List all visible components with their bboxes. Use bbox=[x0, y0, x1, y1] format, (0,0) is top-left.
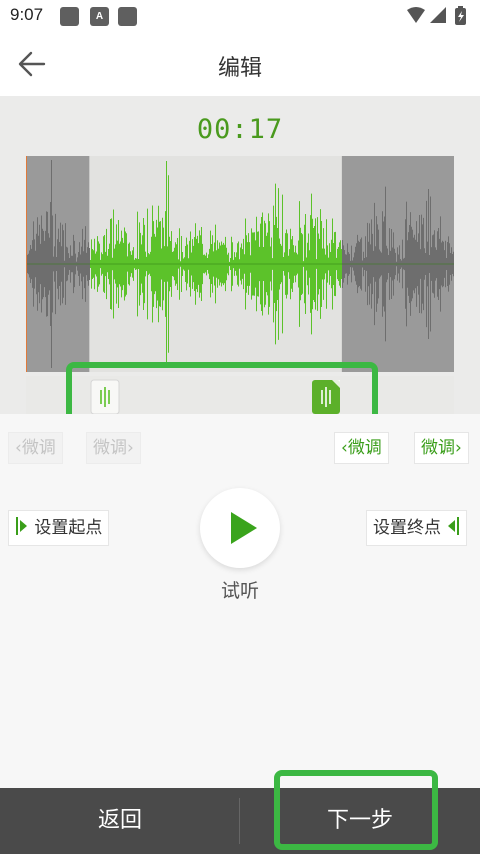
set-start-button[interactable]: 设置起点 bbox=[8, 510, 110, 546]
return-button[interactable]: 返回 bbox=[0, 788, 240, 854]
start-handle[interactable] bbox=[90, 379, 120, 415]
fine-tune-end-forward-button[interactable]: 微调› bbox=[414, 432, 469, 464]
waveform-editor: 00:17 bbox=[0, 96, 480, 420]
end-handle[interactable] bbox=[312, 380, 340, 414]
fine-tune-label: 微调 bbox=[93, 438, 127, 458]
waveform[interactable] bbox=[26, 156, 454, 372]
fine-tune-start-back-button[interactable]: ‹微调 bbox=[8, 432, 63, 464]
set-start-icon bbox=[16, 517, 27, 535]
fine-tune-end-back-button[interactable]: ‹微调 bbox=[334, 432, 389, 464]
fine-tune-label: 微调 bbox=[347, 438, 382, 458]
play-button[interactable] bbox=[200, 488, 280, 568]
wifi-icon bbox=[407, 7, 425, 23]
signal-icon bbox=[430, 7, 446, 23]
app-header: 编辑 bbox=[0, 32, 480, 96]
chevron-left-icon: ‹ bbox=[341, 438, 348, 458]
play-icon bbox=[231, 512, 257, 544]
next-step-button[interactable]: 下一步 bbox=[240, 788, 480, 854]
chevron-right-icon: › bbox=[127, 438, 134, 458]
chevron-right-icon: › bbox=[455, 438, 462, 458]
set-end-label: 设置终点 bbox=[373, 518, 441, 538]
fine-tune-start-forward-button[interactable]: 微调› bbox=[86, 432, 141, 464]
chevron-left-icon: ‹ bbox=[15, 438, 22, 458]
set-start-label: 设置起点 bbox=[34, 518, 103, 538]
app-notification-icon: A bbox=[90, 7, 109, 26]
status-time: 9:07 bbox=[10, 5, 44, 24]
notification-icon bbox=[118, 7, 137, 26]
set-end-button[interactable]: 设置终点 bbox=[366, 510, 468, 546]
status-bar: 9:07 A bbox=[0, 0, 480, 32]
fine-tune-label: 微调 bbox=[21, 438, 56, 458]
fine-tune-label: 微调 bbox=[421, 438, 455, 458]
preview-label: 试听 bbox=[220, 580, 259, 602]
bottom-bar: 返回 下一步 bbox=[0, 788, 480, 854]
notification-icon bbox=[60, 7, 79, 26]
playback-timer: 00:17 bbox=[196, 114, 284, 145]
set-end-icon bbox=[448, 517, 460, 535]
status-icons bbox=[407, 6, 466, 25]
page-title: 编辑 bbox=[217, 56, 262, 81]
edit-controls: ‹微调 微调› ‹微调 微调› 设置起点 设置终点 试听 bbox=[0, 414, 480, 788]
